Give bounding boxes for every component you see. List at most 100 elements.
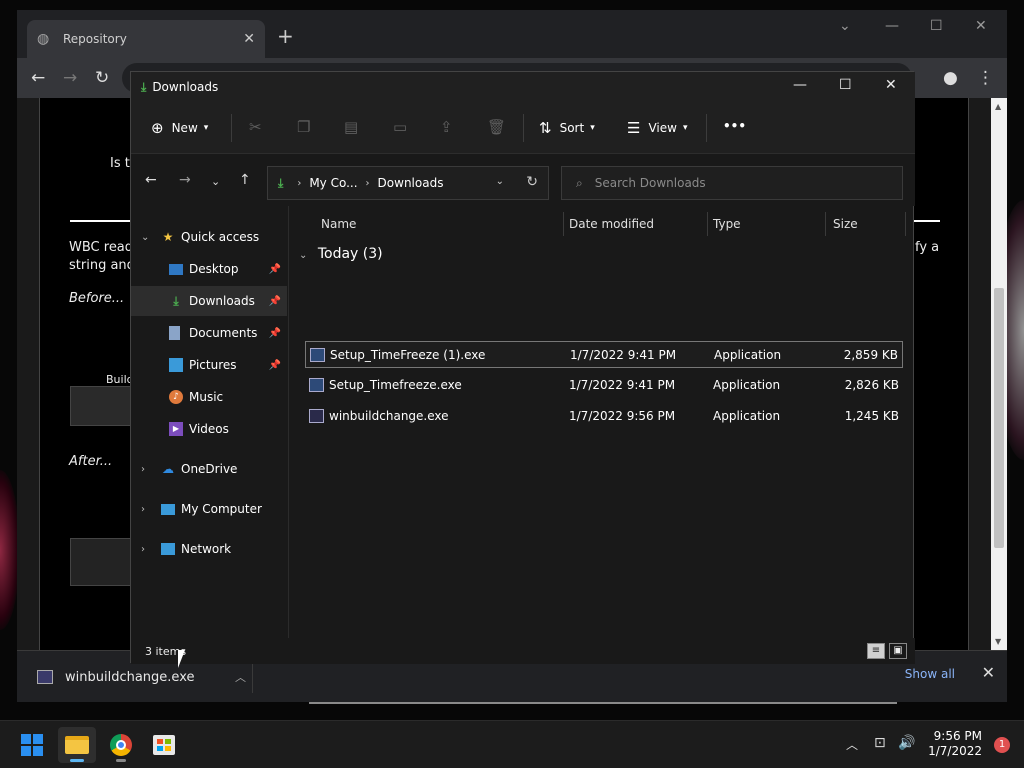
column-separator[interactable] (905, 212, 906, 236)
column-header-type[interactable]: Type (705, 206, 823, 242)
copy-icon[interactable]: ❐ (297, 118, 310, 136)
group-header[interactable]: ⌄ Today (3) (299, 246, 383, 262)
sort-button[interactable]: ⇅ Sort ▾ (539, 119, 595, 137)
browser-tab[interactable]: ◍ Repository ✕ (27, 20, 265, 58)
file-name: winbuildchange.exe (329, 409, 449, 423)
chevron-down-icon[interactable]: ⌄ (141, 232, 149, 243)
address-bar[interactable]: ⤓ › My Co... › Downloads ⌄ ↻ (267, 166, 549, 200)
chevron-down-icon: ▾ (682, 123, 688, 133)
desktop: ◍ Repository ✕ + ⌄ — ☐ ✕ ← → ↻ Not secur… (0, 0, 1024, 768)
share-icon[interactable]: ⇪ (440, 118, 453, 136)
nav-label: Desktop (189, 262, 239, 276)
folder-icon (65, 736, 89, 754)
profile-icon[interactable]: ● (943, 68, 958, 88)
scroll-down-icon[interactable]: ▼ (995, 637, 1001, 646)
navigation-pane: ⌄ ★ Quick access Desktop 📌 ⤓ Downloads 📌… (131, 206, 289, 638)
forward-icon[interactable]: → (179, 172, 191, 188)
file-row[interactable]: Setup_TimeFreeze (1).exe 1/7/2022 9:41 P… (305, 341, 903, 368)
volume-icon[interactable]: 🔊 (898, 735, 915, 751)
chrome-icon (110, 734, 132, 756)
nav-item-documents[interactable]: Documents 📌 (131, 318, 287, 348)
close-browser-button[interactable]: ✕ (975, 18, 987, 34)
maximize-button[interactable]: ☐ (839, 77, 852, 93)
nav-label: Quick access (181, 230, 260, 244)
nav-item-quick-access[interactable]: ⌄ ★ Quick access (131, 222, 287, 252)
tiles-view-icon[interactable]: ▣ (889, 643, 907, 659)
rename-icon[interactable]: ▭ (393, 118, 407, 136)
up-icon[interactable]: ↑ (239, 172, 251, 188)
delete-icon[interactable]: 🗑 (487, 118, 506, 136)
tab-title: Repository (63, 32, 127, 46)
reload-button[interactable]: ↻ (95, 68, 109, 88)
clock[interactable]: 9:56 PM 1/7/2022 (928, 729, 982, 759)
nav-item-network[interactable]: › Network (131, 534, 287, 564)
status-bar: 3 items ≡ ▣ (131, 638, 915, 664)
horizontal-scrollbar[interactable] (309, 702, 897, 704)
nav-item-pictures[interactable]: Pictures 📌 (131, 350, 287, 380)
close-tab-icon[interactable]: ✕ (243, 31, 255, 47)
nav-item-downloads[interactable]: ⤓ Downloads 📌 (131, 286, 287, 316)
cut-icon[interactable]: ✂ (249, 118, 262, 136)
chevron-right-icon: › (365, 177, 370, 189)
new-tab-button[interactable]: + (277, 24, 294, 48)
column-header-date[interactable]: Date modified (561, 206, 705, 242)
pin-icon: 📌 (268, 295, 281, 307)
scroll-up-icon[interactable]: ▲ (995, 102, 1001, 111)
close-button[interactable]: ✕ (885, 77, 897, 93)
page-scrollbar[interactable]: ▲ ▼ (991, 98, 1007, 650)
show-hidden-icons[interactable]: ︿ (846, 736, 858, 753)
nav-item-videos[interactable]: ▶ Videos (131, 414, 287, 444)
page-text-heading: Is t (110, 156, 130, 171)
forward-button[interactable]: → (63, 68, 77, 88)
nav-label: Downloads (189, 294, 255, 308)
videos-icon: ▶ (169, 422, 183, 436)
search-input[interactable]: ⌕ Search Downloads (561, 166, 903, 200)
download-item[interactable]: winbuildchange.exe ︿ (31, 661, 253, 693)
minimize-button[interactable]: — (793, 77, 807, 93)
chevron-right-icon[interactable]: › (141, 504, 145, 515)
paste-icon[interactable]: ▤ (344, 118, 358, 136)
back-button[interactable]: ← (31, 68, 45, 88)
more-options-button[interactable]: ••• (723, 119, 746, 133)
network-status-icon[interactable]: ⊡ (874, 735, 886, 751)
refresh-icon[interactable]: ↻ (526, 174, 538, 190)
start-button[interactable] (13, 727, 51, 763)
details-view-icon[interactable]: ≡ (867, 643, 885, 659)
nav-item-desktop[interactable]: Desktop 📌 (131, 254, 287, 284)
minimize-browser-button[interactable]: — (885, 18, 899, 34)
breadcrumb-parent[interactable]: My Co... (309, 176, 357, 190)
nav-item-onedrive[interactable]: › ☁ OneDrive (131, 454, 287, 484)
chevron-up-icon[interactable]: ︿ (235, 669, 246, 685)
scrollbar-thumb[interactable] (994, 288, 1004, 548)
taskbar-file-explorer[interactable] (58, 727, 96, 763)
page-paragraph: WBC read (69, 240, 134, 255)
column-header-size[interactable]: Size (825, 206, 905, 242)
nav-item-music[interactable]: ♪ Music (131, 382, 287, 412)
chevron-down-icon[interactable]: ⌄ (496, 176, 504, 187)
file-row[interactable]: winbuildchange.exe 1/7/2022 9:56 PM Appl… (305, 403, 903, 430)
chevron-down-icon: ⌄ (299, 250, 308, 261)
nav-item-my-computer[interactable]: › My Computer (131, 494, 287, 524)
new-button[interactable]: ⊕ New ▾ (151, 119, 208, 137)
taskbar-store[interactable] (145, 727, 183, 763)
notification-badge[interactable]: 1 (994, 737, 1010, 753)
taskbar-chrome[interactable] (102, 727, 140, 763)
chevron-right-icon[interactable]: › (141, 464, 145, 475)
pin-icon: 📌 (268, 359, 281, 371)
recent-locations-icon[interactable]: ⌄ (211, 175, 220, 188)
view-button[interactable]: ☰ View ▾ (627, 119, 687, 137)
close-downloads-bar-icon[interactable]: ✕ (982, 663, 995, 682)
menu-icon[interactable]: ⋮ (977, 68, 994, 88)
back-icon[interactable]: ← (145, 172, 157, 188)
maximize-browser-button[interactable]: ☐ (930, 18, 943, 34)
star-icon: ★ (162, 230, 174, 244)
breadcrumb-current[interactable]: Downloads (378, 176, 444, 190)
file-name: Setup_Timefreeze.exe (329, 378, 462, 392)
file-date: 1/7/2022 9:41 PM (570, 348, 677, 362)
file-row[interactable]: Setup_Timefreeze.exe 1/7/2022 9:41 PM Ap… (305, 372, 903, 399)
column-header-name[interactable]: Name (313, 206, 563, 242)
chevron-right-icon[interactable]: › (141, 544, 145, 555)
tab-search-icon[interactable]: ⌄ (839, 18, 851, 34)
nav-label: Network (181, 542, 232, 556)
show-all-link[interactable]: Show all (905, 667, 955, 681)
